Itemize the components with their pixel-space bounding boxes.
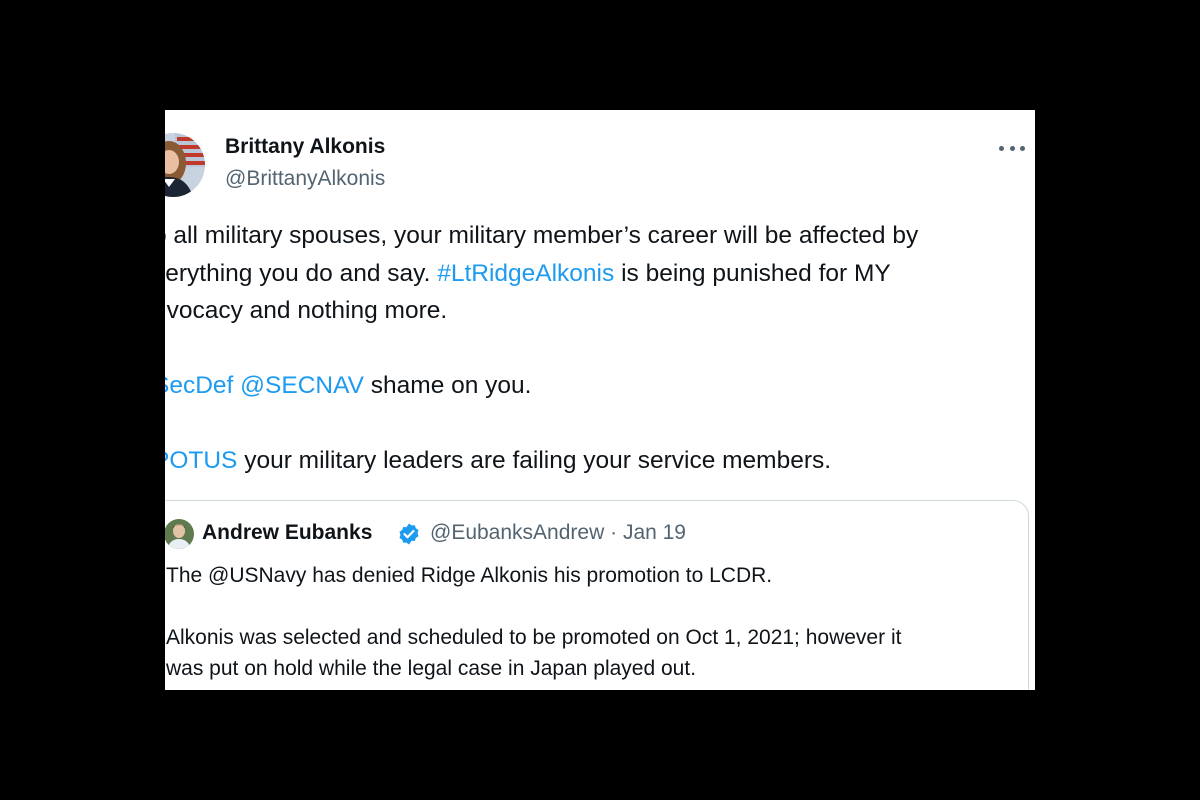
quoted-date[interactable]: Jan 19 [623, 521, 686, 544]
hashtag-link[interactable]: #LtRidgeAlkonis [437, 260, 614, 287]
tweet-text-segment: is being punished for MY [621, 259, 891, 287]
more-dot [1020, 145, 1025, 151]
profile-photo-icon [165, 519, 194, 549]
author-name[interactable]: Brittany Alkonis [225, 135, 385, 159]
quoted-line: The @USNavy has denied Ridge Alkonis his… [166, 560, 1026, 591]
profile-photo-icon [165, 133, 205, 197]
quoted-text-segment: The [166, 564, 203, 587]
mention-link-potus[interactable]: POTUS [165, 447, 237, 474]
tweet-text-segment: your military leaders are failing your s… [244, 447, 832, 474]
quoted-author-name[interactable]: Andrew Eubanks [202, 521, 372, 545]
more-options-icon[interactable] [999, 138, 1025, 158]
quoted-text-segment: was put on hold while the legal case in … [166, 657, 697, 680]
quoted-text-segment: Alkonis was selected and scheduled to be… [166, 626, 902, 649]
tweet-line: SecDef @SECNAV shame on you. [165, 367, 1033, 405]
quoted-tweet[interactable]: Andrew Eubanks @EubanksAndrew · Jan 19 T… [165, 500, 1029, 690]
tweet-card: Brittany Alkonis @BrittanyAlkonis o all … [165, 110, 1035, 690]
more-dot [999, 145, 1004, 151]
tweet-text-segment: shame on you. [370, 372, 532, 399]
tweet-text-segment: o all military spouses, your military me… [165, 222, 919, 249]
quoted-author-handle[interactable]: @EubanksAndrew [430, 521, 604, 544]
tweet-line: dvocacy and nothing more. [165, 292, 1033, 330]
meta-separator: · [610, 521, 618, 544]
author-handle[interactable]: @BrittanyAlkonis [225, 167, 385, 191]
tweet-line: verything you do and say. #LtRidgeAlkoni… [165, 255, 1033, 293]
author-avatar[interactable] [165, 133, 205, 197]
tweet-text-segment: dvocacy and nothing more. [165, 297, 448, 324]
verified-badge-icon [397, 522, 421, 546]
quoted-author-avatar[interactable] [165, 519, 194, 549]
quoted-meta: @EubanksAndrew · Jan 19 [430, 521, 686, 545]
mention-usnavy: @USNavy [208, 564, 307, 587]
quoted-line: was put on hold while the legal case in … [166, 653, 1026, 684]
quoted-text: The @USNavy has denied Ridge Alkonis his… [166, 560, 1026, 684]
mention-link-secdef[interactable]: SecDef [165, 372, 233, 399]
tweet-line: o all military spouses, your military me… [165, 217, 1033, 255]
more-dot [1009, 145, 1015, 151]
mention-link-secnav[interactable]: @SECNAV [240, 372, 364, 399]
tweet-line: POTUS your military leaders are failing … [165, 442, 1033, 480]
quoted-text-segment: has denied Ridge Alkonis his promotion t… [312, 564, 773, 587]
tweet-header: Brittany Alkonis @BrittanyAlkonis [165, 110, 1035, 210]
tweet-text-segment: verything you do and say. [165, 259, 431, 287]
tweet-text: o all military spouses, your military me… [165, 217, 1033, 480]
quoted-line: Alkonis was selected and scheduled to be… [166, 622, 1026, 653]
